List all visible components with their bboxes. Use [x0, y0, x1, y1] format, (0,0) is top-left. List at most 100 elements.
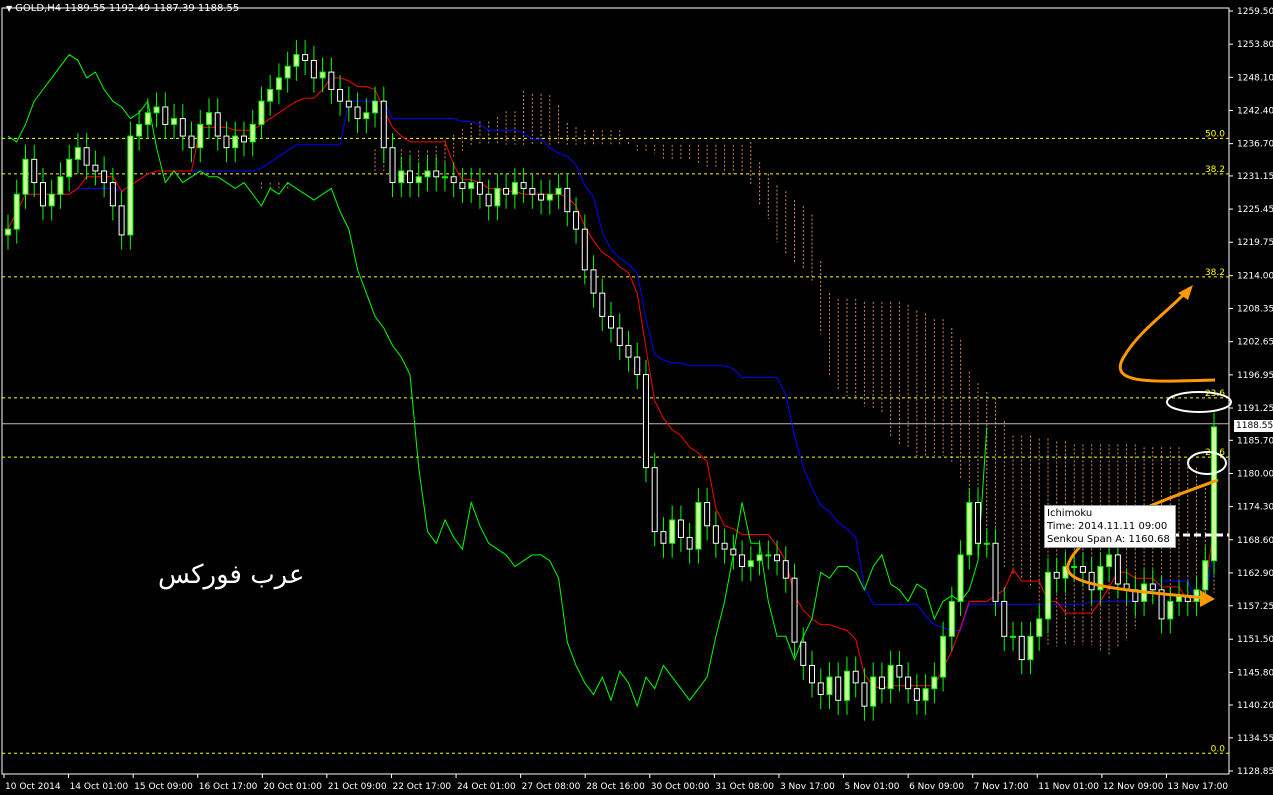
fib-label-0: 50.0 — [1205, 129, 1225, 139]
candle-body — [1211, 426, 1217, 562]
candle-body — [608, 315, 614, 329]
candle-body — [992, 542, 999, 602]
candle-body — [450, 176, 457, 184]
candle-body — [704, 502, 711, 527]
candle-body — [127, 135, 134, 236]
indicator-tooltip: Ichimoku Time: 2014.11.11 09:00 Senkou S… — [1044, 505, 1176, 548]
y-tick-label: 1196.95 — [1237, 371, 1273, 381]
candle-body — [345, 100, 352, 108]
fib-label-2: 38.2 — [1205, 268, 1225, 278]
candle-body — [66, 158, 73, 178]
candle-body — [494, 187, 501, 207]
candle-body — [922, 688, 929, 701]
x-tick-label: 31 Oct 08:00 — [715, 782, 774, 792]
candle-body — [1202, 560, 1209, 591]
candle-body — [162, 106, 169, 125]
candle-body — [1071, 566, 1078, 569]
x-tick-label: 3 Nov 17:00 — [780, 782, 835, 792]
candle-body — [581, 228, 588, 271]
candle-body — [153, 106, 160, 114]
x-tick-label: 15 Oct 09:00 — [134, 782, 193, 792]
x-tick-label: 14 Oct 01:00 — [70, 782, 129, 792]
candle-body — [415, 176, 422, 184]
candle-body — [31, 158, 38, 184]
candle-body — [380, 100, 387, 149]
kumo-cloud — [260, 91, 1215, 656]
x-tick-label: 13 Nov 17:00 — [1167, 782, 1228, 792]
candle-body — [293, 54, 300, 67]
candle-body — [83, 147, 90, 166]
candle-body — [555, 187, 562, 195]
x-tick-label: 7 Nov 17:00 — [974, 782, 1029, 792]
candle-body — [433, 170, 440, 178]
candle-body — [887, 664, 894, 690]
y-tick-label: 1140.20 — [1237, 701, 1273, 711]
candle-body — [1114, 554, 1121, 585]
candle-body — [791, 577, 798, 643]
candle-body — [546, 193, 553, 201]
candle-body — [520, 182, 527, 189]
candle-body — [712, 525, 719, 544]
tooltip-line-value: Senkou Span A: 1160.68 — [1047, 534, 1170, 545]
chart-window[interactable]: 50.038.238.223.623.60.01259.501253.80124… — [0, 0, 1273, 795]
candle-body — [485, 193, 492, 207]
candle-body — [407, 170, 413, 184]
candle-body — [896, 664, 903, 678]
candle-body — [940, 635, 947, 678]
dropdown-triangle-icon[interactable]: ▼ — [6, 4, 12, 13]
candle-body — [642, 374, 649, 469]
candle-body — [188, 135, 195, 149]
kijun-line — [7, 100, 1215, 631]
candle-body — [835, 676, 842, 701]
candle-body — [232, 135, 239, 149]
x-tick-label: 10 Oct 2014 — [5, 782, 61, 792]
candle-body — [144, 112, 151, 125]
y-tick-label: 1214.00 — [1237, 272, 1273, 282]
candle-body — [284, 65, 291, 79]
candle-body — [372, 100, 379, 114]
candle-body — [747, 560, 754, 568]
candle-body — [354, 106, 361, 120]
candle-body — [739, 554, 746, 568]
candle-body — [573, 211, 580, 230]
x-tick-label: 27 Oct 08:00 — [522, 782, 581, 792]
y-tick-label: 1253.80 — [1237, 40, 1273, 50]
y-tick-label: 1151.50 — [1237, 635, 1273, 645]
candle-body — [852, 670, 859, 684]
candle-body — [800, 641, 807, 666]
candle-body — [171, 118, 178, 125]
x-tick-label: 6 Nov 09:00 — [909, 782, 964, 792]
candle-body — [503, 187, 510, 195]
candle-body — [302, 54, 309, 61]
candle-body — [389, 147, 396, 184]
candle-body — [669, 519, 676, 544]
candle-body — [1018, 635, 1025, 661]
candle-body — [931, 676, 938, 690]
x-tick-label: 30 Oct 00:00 — [651, 782, 710, 792]
candle-body — [363, 112, 370, 120]
y-tick-label: 1242.40 — [1237, 106, 1273, 116]
y-tick-label: 1162.90 — [1237, 569, 1273, 579]
candle-body — [826, 676, 833, 696]
candle-body — [39, 182, 46, 207]
candle-body — [957, 554, 964, 602]
fib-label-1: 38.2 — [1205, 165, 1225, 175]
candle-body — [22, 158, 29, 195]
price-chart[interactable]: 50.038.238.223.623.60.01259.501253.80124… — [0, 0, 1273, 795]
tenkan-line — [7, 77, 1215, 690]
y-tick-label: 1185.70 — [1237, 436, 1273, 446]
candle-body — [913, 688, 920, 701]
candle-body — [258, 100, 265, 125]
candle-body — [817, 682, 824, 696]
x-tick-label: 24 Oct 01:00 — [457, 782, 516, 792]
candle-body — [878, 676, 885, 690]
candle-body — [328, 71, 335, 91]
candle-body — [564, 187, 571, 213]
candle-body — [310, 59, 317, 79]
candle-body — [319, 71, 326, 79]
candle-body — [529, 187, 536, 195]
candle-body — [616, 327, 623, 346]
candle-body — [765, 554, 772, 557]
candle-body — [179, 118, 186, 137]
candle-body — [13, 193, 20, 230]
